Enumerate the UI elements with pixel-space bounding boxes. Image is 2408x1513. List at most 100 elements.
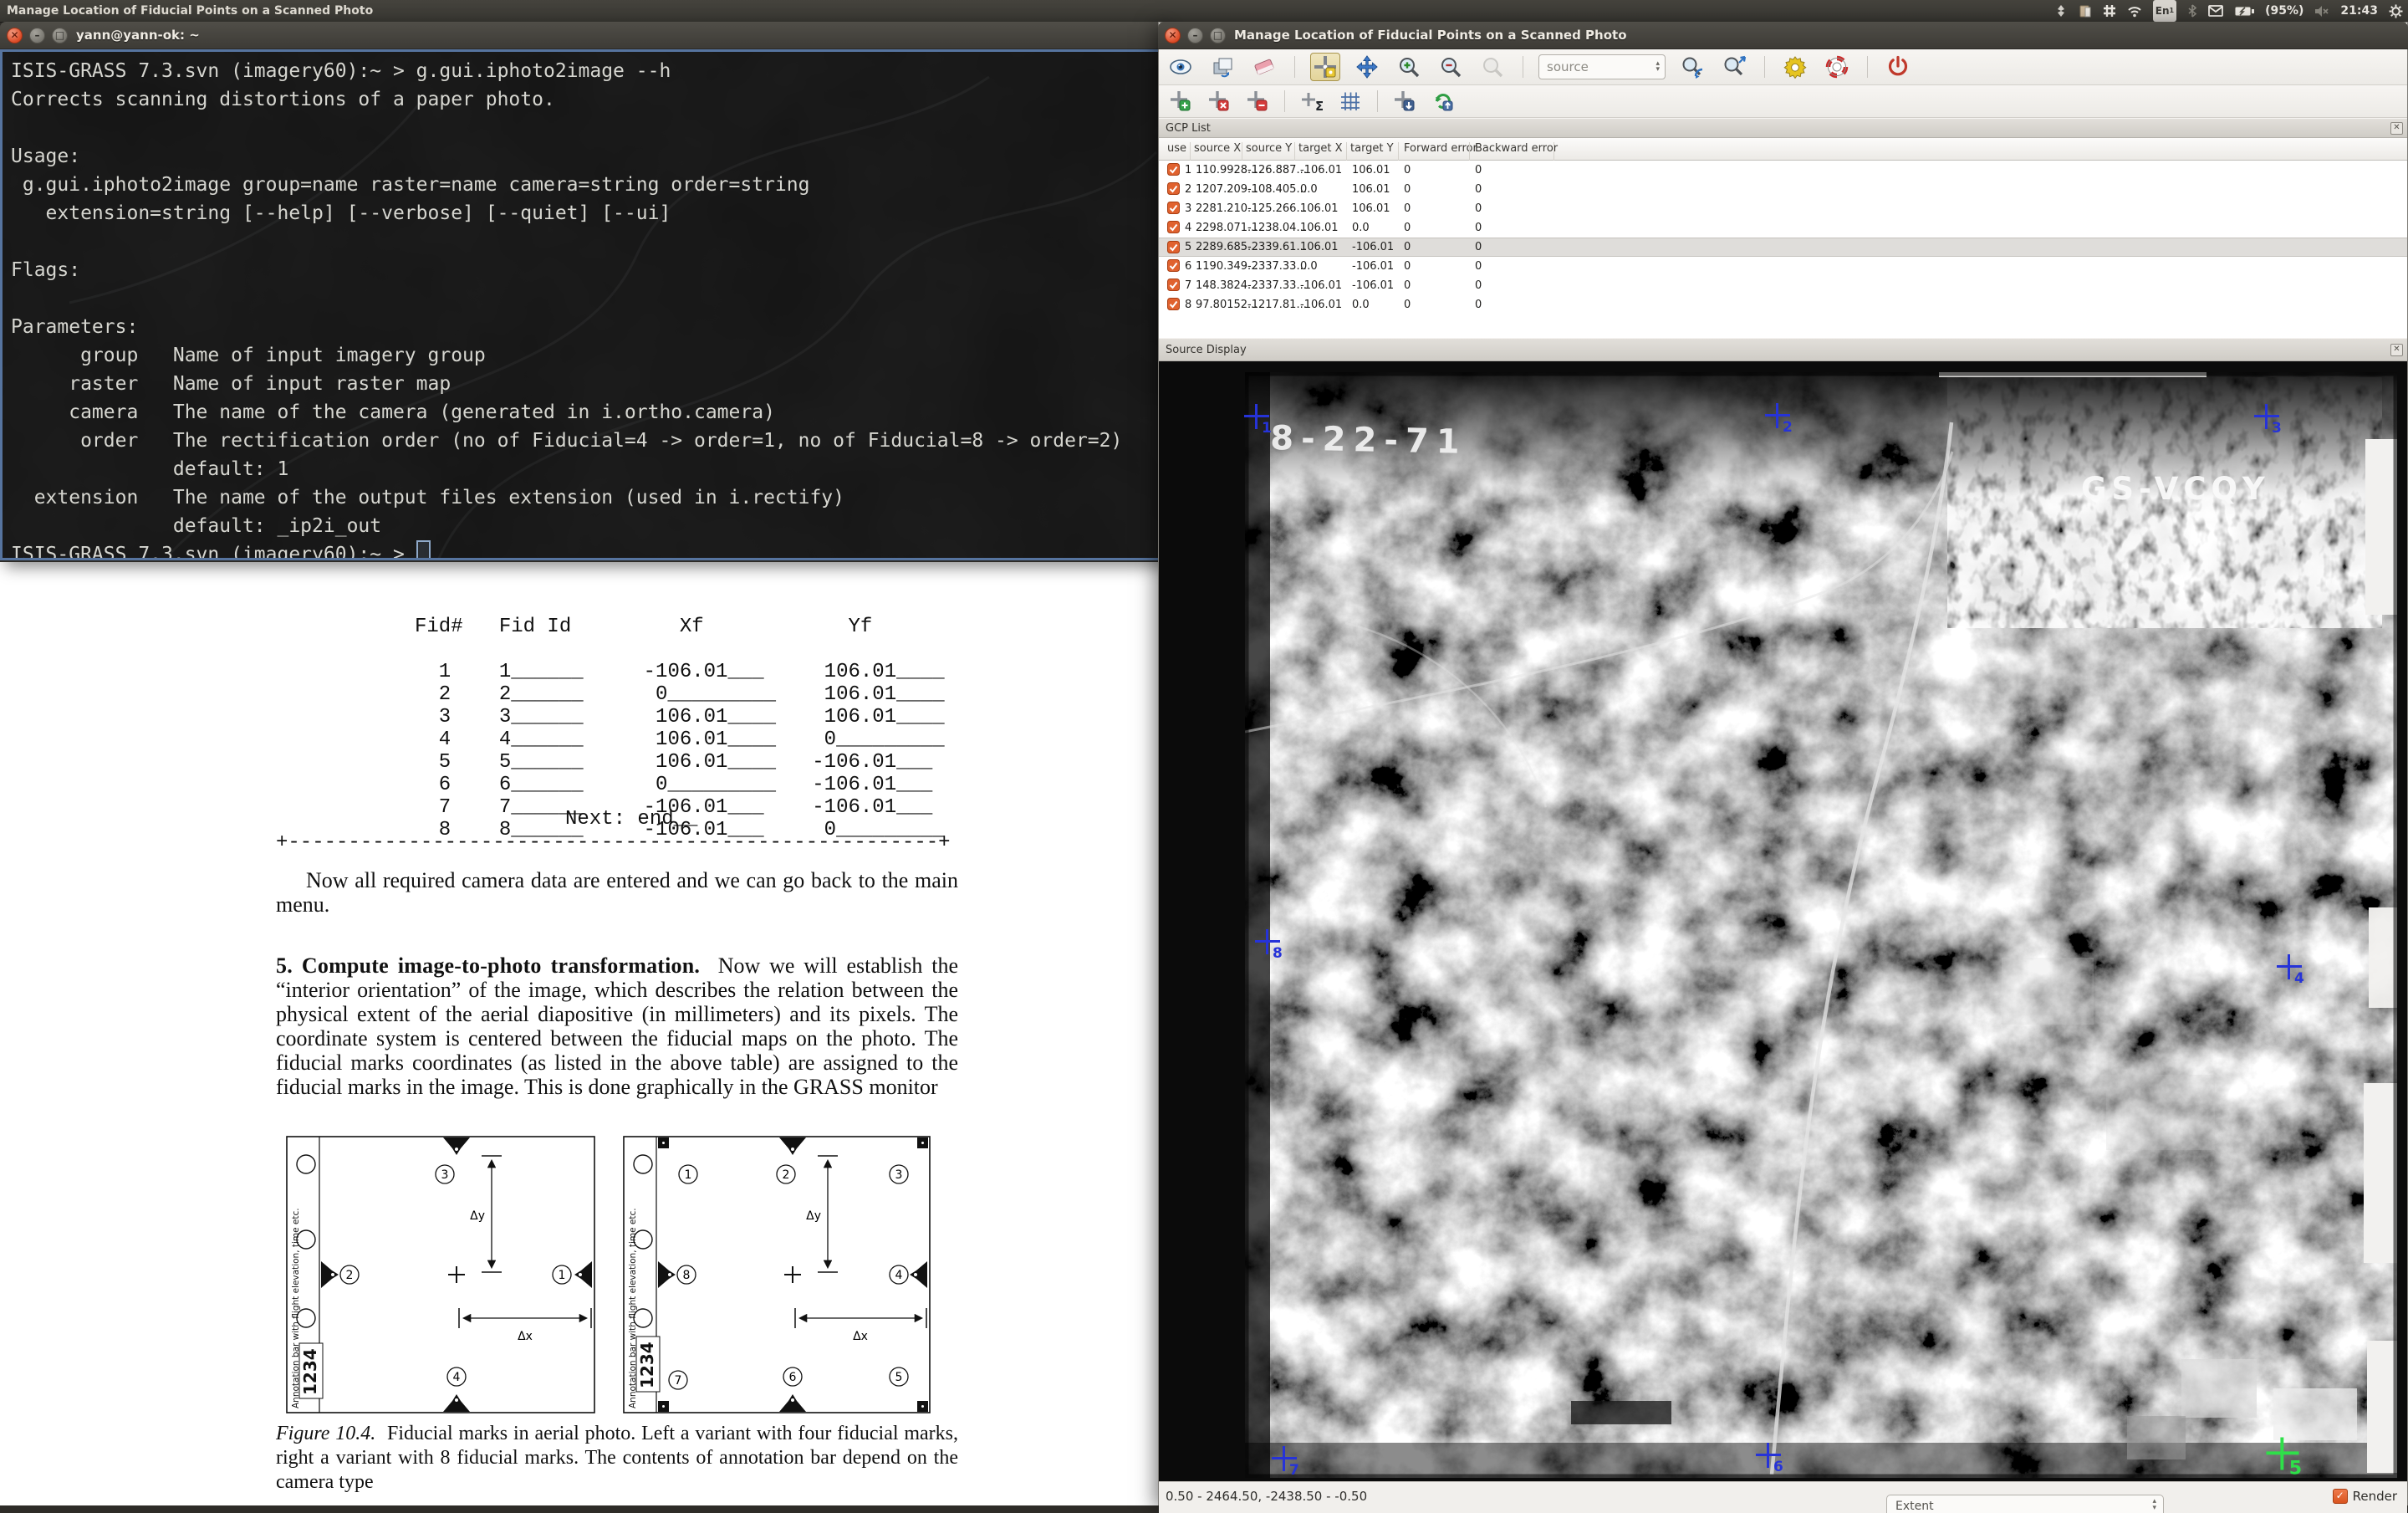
add-gcp-button[interactable] bbox=[1166, 87, 1196, 115]
backward-error-value: 0 bbox=[1475, 202, 1482, 215]
use-checkbox[interactable] bbox=[1167, 298, 1180, 310]
battery-icon[interactable] bbox=[2234, 0, 2254, 22]
clock[interactable]: 21:43 bbox=[2340, 4, 2378, 18]
spinner-arrows-icon[interactable]: ▴▾ bbox=[2152, 1498, 2156, 1511]
source-y-value: -2339.61... bbox=[1247, 241, 1307, 253]
battery-percentage: (95%) bbox=[2265, 4, 2303, 18]
gcp-marker[interactable]: 8 bbox=[1255, 929, 1280, 954]
zoom-out-button[interactable] bbox=[1436, 53, 1466, 81]
gcp-table-row[interactable]: 6 1190.349... -2337.33... 0.0 -106.01 0 … bbox=[1159, 257, 2407, 276]
pane-close-icon[interactable]: ✕ bbox=[2390, 344, 2403, 356]
gcp-table-row[interactable]: 8 97.80152... -1217.81... -106.01 0.0 0 … bbox=[1159, 295, 2407, 314]
gcp-table-row[interactable]: 4 2298.071... -1238.04... 106.01 0.0 0 0 bbox=[1159, 218, 2407, 238]
show-display-button[interactable] bbox=[1166, 53, 1196, 81]
use-checkbox[interactable] bbox=[1167, 221, 1180, 233]
delta-y-label: Δy bbox=[470, 1209, 485, 1223]
source-display-pane-header[interactable]: Source Display ✕ bbox=[1159, 338, 2407, 361]
maximize-button[interactable]: □ bbox=[1210, 28, 1226, 43]
fiducial-number: 1 bbox=[559, 1269, 566, 1282]
gcp-table-row[interactable]: 2 1207.209... -108.405... 0.0 106.01 0 0 bbox=[1159, 180, 2407, 199]
help-button[interactable] bbox=[1822, 53, 1852, 81]
mail-indicator-icon[interactable] bbox=[2208, 0, 2223, 22]
rms-error-button[interactable]: Σ bbox=[1297, 87, 1327, 115]
reload-gcp-button[interactable] bbox=[1428, 87, 1458, 115]
wifi-icon[interactable] bbox=[2127, 0, 2142, 22]
backward-error-value: 0 bbox=[1475, 164, 1482, 176]
terminal-titlebar[interactable]: ✕ – □ yann@yann-ok: ~ bbox=[0, 22, 1164, 49]
forward-error-value: 0 bbox=[1404, 222, 1411, 234]
render-display-button[interactable] bbox=[1207, 53, 1237, 81]
map-display-canvas[interactable]: 8-22-71 GS-VCQY 1 2 3 bbox=[1159, 361, 2407, 1481]
use-checkbox[interactable] bbox=[1167, 182, 1180, 195]
zoom-in-button[interactable] bbox=[1394, 53, 1424, 81]
close-button[interactable]: ✕ bbox=[7, 28, 23, 43]
gcp-table-row[interactable]: 1 110.9928... -126.887... -106.01 106.01… bbox=[1159, 161, 2407, 180]
terminal-content[interactable]: ISIS-GRASS 7.3.svn (imagery60):~ > g.gui… bbox=[0, 49, 1164, 560]
gcp-table-row[interactable]: 3 2281.210... -125.266... 106.01 106.01 … bbox=[1159, 199, 2407, 218]
pane-close-icon[interactable]: ✕ bbox=[2390, 122, 2403, 135]
gcp-marker[interactable]: 3 bbox=[2254, 404, 2279, 429]
session-gear-icon[interactable] bbox=[2389, 0, 2403, 22]
checkbox-check-icon[interactable]: ✓ bbox=[2333, 1489, 2348, 1504]
delete-gcp-button[interactable] bbox=[1204, 87, 1234, 115]
frame-number: 1234 bbox=[300, 1348, 320, 1395]
clipboard-indicator-icon[interactable] bbox=[2079, 0, 2092, 22]
workrave-indicator-icon[interactable] bbox=[2103, 0, 2116, 22]
keyboard-layout-indicator[interactable]: En1 bbox=[2153, 0, 2176, 22]
gcp-marker[interactable]: 4 bbox=[2277, 954, 2302, 979]
gcp-list-pane-header[interactable]: GCP List ✕ bbox=[1159, 118, 2407, 138]
set-gcp-button[interactable] bbox=[1310, 53, 1340, 81]
statusbar-mode-dropdown[interactable]: Extent ▴▾ bbox=[1886, 1495, 2164, 1513]
pan-button[interactable] bbox=[1352, 53, 1382, 81]
bluetooth-icon[interactable] bbox=[2187, 0, 2197, 22]
gcp-marker[interactable]: 1 bbox=[1244, 404, 1269, 429]
app-indicator-icon[interactable] bbox=[2054, 0, 2068, 22]
save-gcp-button[interactable] bbox=[1390, 87, 1420, 115]
target-y-value: -106.01 bbox=[1352, 241, 1394, 253]
next-prompt: Next: end__ bbox=[565, 808, 697, 831]
gcp-number: 1 bbox=[1185, 164, 1191, 176]
use-checkbox[interactable] bbox=[1167, 202, 1180, 214]
gcp-table-row[interactable]: 7 148.3824... -2337.33... -106.01 -106.0… bbox=[1159, 276, 2407, 295]
return-to-previous-zoom-button[interactable] bbox=[1477, 53, 1508, 81]
gcp-marker[interactable]: 5 bbox=[2267, 1438, 2299, 1470]
georectify-button[interactable] bbox=[1335, 87, 1365, 115]
gcp-marker[interactable]: 2 bbox=[1765, 403, 1790, 428]
adjust-display-zoom-button[interactable] bbox=[1719, 53, 1749, 81]
clear-gcp-button[interactable] bbox=[1242, 87, 1273, 115]
main-toolbar: source ▴▾ bbox=[1159, 49, 2407, 85]
volume-muted-icon[interactable] bbox=[2314, 0, 2329, 22]
gcp-marker-cross bbox=[1767, 1443, 1769, 1468]
use-checkbox[interactable] bbox=[1167, 259, 1180, 272]
maximize-button[interactable]: □ bbox=[52, 28, 68, 43]
gcp-marker-label: 4 bbox=[2294, 970, 2304, 987]
gcp-marker[interactable]: 6 bbox=[1756, 1443, 1781, 1468]
erase-display-button[interactable] bbox=[1249, 53, 1279, 81]
fiducial-number: 7 bbox=[675, 1374, 682, 1388]
zoom-to-source-button[interactable] bbox=[1677, 53, 1707, 81]
map-selector-dropdown[interactable]: source ▴▾ bbox=[1538, 54, 1666, 79]
gcp-table-row[interactable]: 5 2289.685... -2339.61... 106.01 -106.01… bbox=[1159, 238, 2407, 257]
render-checkbox[interactable]: ✓ Render bbox=[2333, 1489, 2397, 1504]
spinner-arrows-icon[interactable]: ▴▾ bbox=[1656, 61, 1665, 73]
minimize-button[interactable]: – bbox=[29, 28, 45, 43]
quit-button[interactable] bbox=[1883, 53, 1913, 81]
target-y-value: 0.0 bbox=[1352, 222, 1370, 234]
use-checkbox[interactable] bbox=[1167, 279, 1180, 291]
gcp-titlebar[interactable]: ✕ – □ Manage Location of Fiducial Points… bbox=[1158, 22, 2408, 49]
gcp-table-header[interactable]: use source X source Y target X target Y … bbox=[1159, 138, 2407, 161]
toolbar-separator bbox=[1294, 56, 1295, 78]
close-button[interactable]: ✕ bbox=[1165, 28, 1181, 43]
minimize-button[interactable]: – bbox=[1187, 28, 1203, 43]
fiducial-number: 4 bbox=[895, 1269, 903, 1282]
settings-button[interactable] bbox=[1780, 53, 1810, 81]
terminal-line: default: _ip2i_out bbox=[11, 512, 1164, 540]
column-header: Backward error bbox=[1475, 142, 1558, 155]
target-y-value: -106.01 bbox=[1352, 260, 1394, 273]
fiducial-table-line: Fid# Fid Id Xf Yf bbox=[415, 616, 945, 638]
gcp-marker[interactable]: 7 bbox=[1272, 1446, 1297, 1471]
figure-right-diagram: Annotation bar with flight elevation, ti… bbox=[623, 1136, 931, 1413]
target-x-value: -106.01 bbox=[1300, 164, 1342, 176]
use-checkbox[interactable] bbox=[1167, 163, 1180, 176]
use-checkbox[interactable] bbox=[1167, 241, 1180, 253]
